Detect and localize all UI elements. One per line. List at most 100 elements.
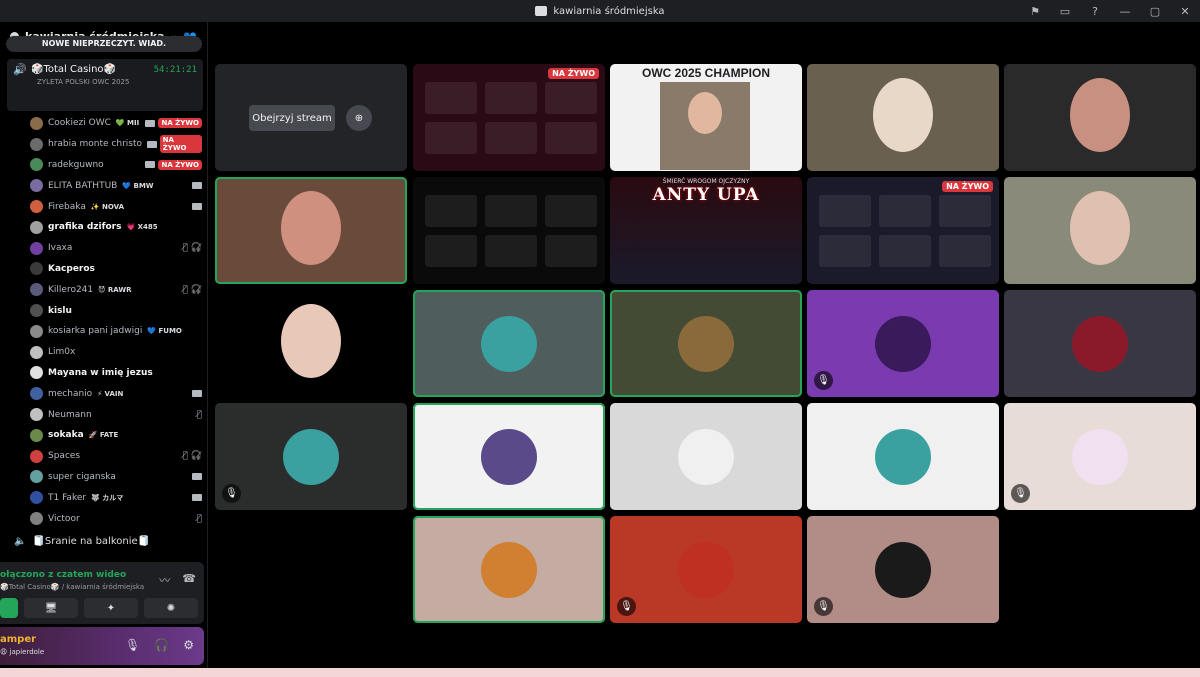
avatar — [30, 387, 43, 401]
screen-panel — [485, 195, 537, 227]
video-tile[interactable] — [610, 290, 802, 397]
voice-status-sub: 🎲Total Casino🎲 / kawiarnia śródmiejska — [0, 583, 145, 591]
video-tile[interactable]: OWC 2025 CHAMPION — [610, 64, 802, 171]
voice-member[interactable]: kislu — [30, 300, 202, 321]
screenshare-button[interactable]: 🖥 — [24, 598, 78, 618]
camera-icon — [192, 203, 202, 211]
video-tile[interactable]: 🎙 — [807, 290, 999, 397]
voice-member[interactable]: Victoor 🎙̸ — [30, 508, 202, 529]
muted-icon: 🎙 — [814, 597, 833, 616]
avatar — [678, 541, 734, 598]
avatar — [875, 541, 931, 598]
video-tile[interactable] — [413, 516, 605, 623]
inbox-flag-icon[interactable]: ⚑ — [1020, 0, 1050, 22]
anty-subtitle: ŚMIERĆ WROGOM OJCZYZNY — [662, 178, 750, 185]
screen-panel — [819, 195, 871, 227]
video-tile[interactable]: 🎙 — [1004, 403, 1196, 510]
title-bar: kawiarnia śródmiejska ⚑ ▭ ? — ▢ ✕ — [0, 0, 1200, 22]
microphone-icon[interactable]: 🎙 — [125, 638, 140, 652]
clan-tag: 💙 FUMO — [147, 327, 182, 336]
voice-member[interactable]: super ciganska — [30, 467, 202, 488]
inbox-icon[interactable]: ▭ — [1050, 0, 1080, 22]
video-tile[interactable] — [610, 403, 802, 510]
video-tile[interactable] — [413, 290, 605, 397]
video-tile[interactable]: ANTY UPA ŚMIERĆ WROGOM OJCZYZNY — [610, 177, 802, 284]
avatar — [1072, 428, 1128, 485]
video-tile[interactable] — [807, 403, 999, 510]
join-stream-icon[interactable]: ⊕ — [346, 105, 372, 131]
video-tile[interactable] — [1004, 177, 1196, 284]
avatar — [30, 137, 43, 151]
voice-member[interactable]: ELITA BATHTUB 💙 BMW — [30, 175, 202, 196]
voice-member[interactable]: Mayana w imię jezus — [30, 363, 202, 384]
voice-member[interactable]: sokaka 🚀 FATE — [30, 425, 202, 446]
voice-member[interactable]: mechanio ⚡ VAIN — [30, 383, 202, 404]
voice-member[interactable]: Neumann 🎙̸ — [30, 404, 202, 425]
video-tile[interactable]: Obejrzyj stream ⊕ — [215, 64, 407, 171]
voice-member[interactable]: radekguwno NA ŻYWO — [30, 155, 202, 176]
voice-member[interactable]: T1 Faker 🐺 カルマ — [30, 487, 202, 508]
screen-panel — [425, 235, 477, 267]
video-tile[interactable] — [215, 177, 407, 284]
voice-member[interactable]: hrabia monte christo NA ŻYWO — [30, 134, 202, 155]
voice-channel-total-casino[interactable]: 🔊 🎲Total Casino🎲 54:21:21 ZYLETA POLSKI … — [7, 59, 203, 111]
video-tile[interactable] — [413, 403, 605, 510]
video-tile[interactable]: 🎙 — [610, 516, 802, 623]
anty-title: ANTY UPA — [652, 185, 760, 205]
voice-channel-sranie[interactable]: 🔈 🧻Sranie na balkonie🧻 — [14, 536, 150, 547]
avatar — [481, 315, 537, 372]
minimize-button[interactable]: — — [1110, 0, 1140, 22]
avatar — [875, 428, 931, 485]
video-tile[interactable]: 🎙 — [215, 403, 407, 510]
champion-title: OWC 2025 CHAMPION — [641, 66, 771, 80]
avatar — [30, 512, 43, 526]
unread-messages-banner[interactable]: NOWE NIEPRZECZYT. WIAD. — [6, 36, 202, 52]
voice-member[interactable]: Lim0x — [30, 342, 202, 363]
video-tile[interactable] — [807, 64, 999, 171]
video-tile[interactable] — [413, 177, 605, 284]
activities-button[interactable]: ✦ — [84, 598, 138, 618]
voice-member[interactable]: Kacperos — [30, 259, 202, 280]
watch-stream-button[interactable]: Obejrzyj stream — [249, 105, 335, 131]
help-icon[interactable]: ? — [1080, 0, 1110, 22]
voice-member-list: Cookiezi OWC 💚 MII NA ŻYWO hrabia monte chr… — [30, 113, 202, 529]
video-tile[interactable] — [215, 290, 407, 397]
settings-gear-icon[interactable]: ⚙ — [183, 638, 194, 652]
face — [281, 191, 341, 265]
camera-button[interactable] — [0, 598, 18, 618]
clan-tag: ⚡ VAIN — [97, 389, 124, 398]
disconnect-icon[interactable]: ☎ — [182, 572, 196, 588]
screen-panel — [545, 122, 597, 154]
window-title: kawiarnia śródmiejska — [553, 5, 665, 17]
voice-member[interactable]: Ivaxa 🎙̸ 🎧̸ — [30, 238, 202, 259]
headphones-icon[interactable]: 🎧 — [154, 638, 169, 652]
soundboard-button[interactable]: ✺ — [144, 598, 198, 618]
member-name: Cookiezi OWC — [48, 118, 111, 129]
camera-icon — [192, 494, 202, 502]
noise-suppression-icon[interactable]: 〰 — [159, 572, 170, 588]
voice-member[interactable]: Cookiezi OWC 💚 MII NA ŻYWO — [30, 113, 202, 134]
user-name[interactable]: amper — [0, 634, 36, 645]
voice-member[interactable]: Killero241 😈 RAWR 🎙̸ 🎧̸ — [30, 279, 202, 300]
screen-panel — [545, 195, 597, 227]
voice-member[interactable]: Firebaka ✨ NOVA — [30, 196, 202, 217]
video-tile[interactable] — [1004, 64, 1196, 171]
video-tile[interactable]: 🎙 — [807, 516, 999, 623]
member-name: Spaces — [48, 451, 81, 462]
video-tile[interactable] — [1004, 290, 1196, 397]
member-name: Killero241 — [48, 284, 94, 295]
video-tile[interactable]: NA ŻYWO — [413, 64, 605, 171]
face — [1070, 78, 1130, 152]
voice-member[interactable]: kosiarka pani jadwigi 💙 FUMO — [30, 321, 202, 342]
close-button[interactable]: ✕ — [1170, 0, 1200, 22]
voice-member[interactable]: grafika dzifors 💗 X485 — [30, 217, 202, 238]
avatar — [30, 220, 43, 234]
voice-member[interactable]: Spaces 🎙̸ 🎧̸ — [30, 446, 202, 467]
maximize-button[interactable]: ▢ — [1140, 0, 1170, 22]
clan-tag: 🐺 カルマ — [91, 493, 124, 502]
live-badge: NA ŻYWO — [158, 118, 202, 129]
speaker-icon: 🔈 — [14, 536, 27, 547]
video-tile[interactable]: NA ŻYWO — [807, 177, 999, 284]
member-name: kosiarka pani jadwigi — [48, 326, 143, 337]
face — [1070, 191, 1130, 265]
